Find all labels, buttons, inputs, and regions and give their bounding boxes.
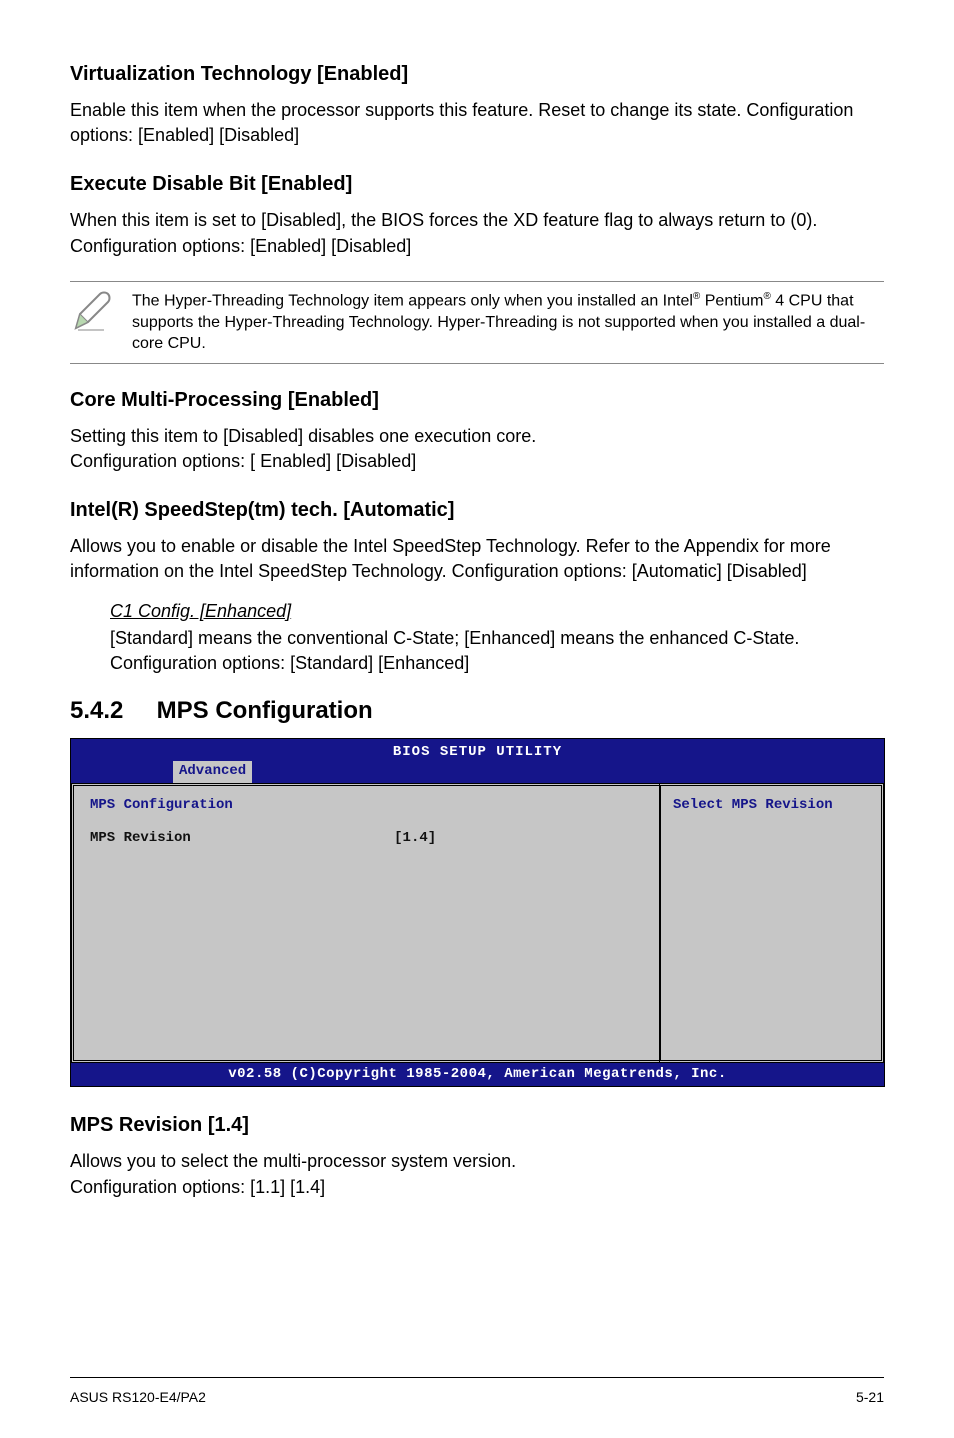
body-execute-disable: When this item is set to [Disabled], the… [70,208,884,258]
body-virtualization: Enable this item when the processor supp… [70,98,884,148]
body-mps-revision: Allows you to select the multi-processor… [70,1149,884,1199]
bios-row-label: MPS Revision [90,829,394,849]
bios-help-text: Select MPS Revision [673,797,833,813]
section-num: 5.4.2 [70,694,150,728]
body-core-multi-2: Configuration options: [ Enabled] [Disab… [70,451,416,471]
section-name: MPS Configuration [157,697,373,724]
note-text-pre: The Hyper-Threading Technology item appe… [132,292,693,309]
heading-execute-disable: Execute Disable Bit [Enabled] [70,170,884,198]
note-text: The Hyper-Threading Technology item appe… [132,290,884,355]
bios-body: MPS Configuration MPS Revision [1.4] Sel… [71,783,884,1063]
sub-body: [Standard] means the conventional C-Stat… [110,628,799,673]
bios-title-text: BIOS SETUP UTILITY [393,743,562,763]
heading-speedstep: Intel(R) SpeedStep(tm) tech. [Automatic] [70,496,884,524]
heading-mps-revision: MPS Revision [1.4] [70,1111,884,1139]
bios-config-label: MPS Configuration [90,796,643,816]
bios-left-pane: MPS Configuration MPS Revision [1.4] [71,783,659,1063]
body-speedstep: Allows you to enable or disable the Inte… [70,534,884,584]
heading-virtualization: Virtualization Technology [Enabled] [70,60,884,88]
bios-screenshot: BIOS SETUP UTILITY Advanced MPS Configur… [70,738,885,1088]
note-text-mid: Pentium [700,292,763,309]
sub-title: C1 Config. [Enhanced] [110,599,884,624]
sub-c1-config: C1 Config. [Enhanced] [Standard] means t… [110,599,884,677]
page-footer: ASUS RS120-E4/PA2 5-21 [70,1377,884,1408]
body-core-multi: Setting this item to [Disabled] disables… [70,424,884,474]
note-block: The Hyper-Threading Technology item appe… [70,281,884,364]
body-mps-2: Configuration options: [1.1] [1.4] [70,1177,325,1197]
section-5-4-2-title: 5.4.2 MPS Configuration [70,694,884,728]
body-mps-1: Allows you to select the multi-processor… [70,1151,516,1171]
body-core-multi-1: Setting this item to [Disabled] disables… [70,426,536,446]
bios-help-pane: Select MPS Revision [659,783,884,1063]
bios-row-value: [1.4] [394,829,436,849]
heading-core-multi: Core Multi-Processing [Enabled] [70,386,884,414]
bios-row-mps-revision: MPS Revision [1.4] [90,829,643,849]
pencil-note-icon [70,290,114,334]
reg-mark-2: ® [763,291,770,302]
bios-title-bar: BIOS SETUP UTILITY Advanced [71,739,884,783]
footer-right: 5-21 [856,1388,884,1408]
bios-tab-advanced: Advanced [171,761,252,783]
footer-left: ASUS RS120-E4/PA2 [70,1388,206,1408]
bios-footer: v02.58 (C)Copyright 1985-2004, American … [71,1063,884,1087]
